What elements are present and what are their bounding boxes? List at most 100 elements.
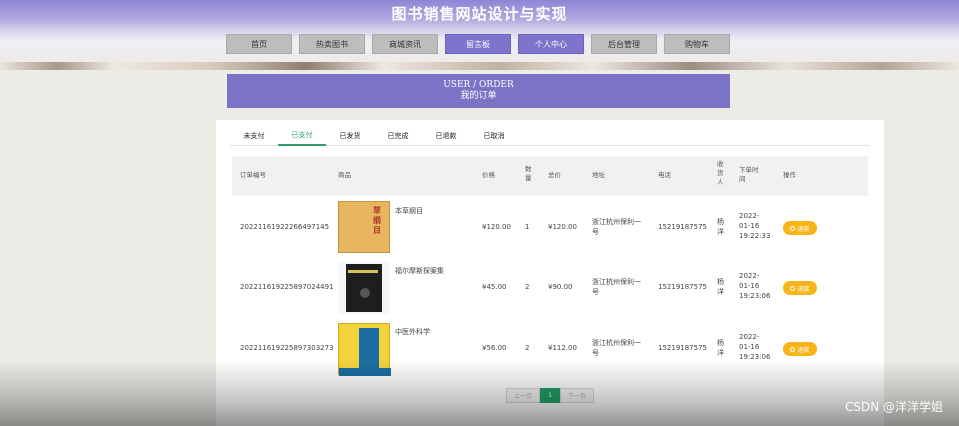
- product-name[interactable]: 本草纲目: [395, 206, 423, 216]
- refund-label: 退款: [797, 346, 810, 354]
- order-date-2: 01-16: [739, 343, 760, 351]
- csdn-watermark: CSDN @洋洋学姐: [844, 400, 943, 414]
- nav-news[interactable]: 商城资讯: [372, 34, 438, 54]
- address-line-1: 浙江杭州保利一: [592, 218, 641, 226]
- refund-label: 退款: [797, 285, 810, 293]
- receiver-2: 洋: [717, 349, 724, 357]
- order-date-2: 01-16: [739, 282, 760, 290]
- nav-personal-center[interactable]: 个人中心: [518, 34, 584, 54]
- address-line-1: 浙江杭州保利一: [592, 278, 641, 286]
- order-clock: 19:23:06: [739, 353, 771, 361]
- receiver-1: 杨: [717, 339, 724, 347]
- receiver-1: 杨: [717, 218, 724, 226]
- nav-hot-books[interactable]: 热卖图书: [299, 34, 365, 54]
- price: ¥120.00: [482, 223, 511, 231]
- tab-cancelled[interactable]: 已取消: [470, 126, 518, 146]
- order-no: 20221161922589702449​1: [240, 283, 334, 291]
- product-name[interactable]: 福尔摩斯探案集: [395, 266, 444, 276]
- col-receiver-3: 人: [717, 178, 724, 186]
- receiver: 杨 洋: [717, 338, 724, 358]
- order-heading: USER / ORDER 我的订单: [227, 74, 730, 108]
- refund-button[interactable]: 退款: [783, 221, 817, 235]
- col-receiver-2: 货: [717, 169, 724, 177]
- receiver-2: 洋: [717, 288, 724, 296]
- order-no: 20221161922589730327​3: [240, 344, 334, 352]
- order-date: 2022-: [739, 333, 760, 341]
- address: 浙江杭州保利一 号: [592, 338, 641, 358]
- col-action: 操作: [783, 171, 796, 179]
- nav-message-board[interactable]: 留言板: [445, 34, 511, 54]
- order-time: 2022- 01-16 19:22:33: [739, 211, 770, 241]
- order-clock: 19:22:33: [739, 232, 771, 240]
- refund-icon: [790, 285, 796, 291]
- address: 浙江杭州保利一 号: [592, 277, 641, 297]
- table-row: 20221161922266497145 草纲目 本草纲目 ¥120.00 1 …: [232, 198, 868, 259]
- cover-title: 草纲目: [373, 206, 381, 235]
- tab-completed[interactable]: 已完成: [374, 126, 422, 146]
- order-date-2: 01-16: [739, 222, 760, 230]
- site-header: 图书销售网站设计与实现 首页 热卖图书 商城资讯 留言板 个人中心 后台管理 购…: [0, 0, 959, 70]
- col-qty-2: 量: [525, 174, 532, 182]
- banner-strip: [0, 62, 959, 70]
- order-clock: 19:23:06: [739, 292, 771, 300]
- table-row: 20221161922589730327​3 中医外科学 ¥56.00 2 ¥1…: [232, 320, 868, 381]
- address-line-2: 号: [592, 288, 599, 296]
- order-date: 2022-: [739, 272, 760, 280]
- main-nav: 首页 热卖图书 商城资讯 留言板 个人中心 后台管理 购物车: [0, 34, 959, 54]
- total: ¥90.00: [548, 283, 573, 291]
- col-time-2: 间: [739, 175, 746, 183]
- refund-label: 退款: [797, 225, 810, 233]
- next-page-button[interactable]: 下一页: [560, 388, 594, 403]
- page-1-button[interactable]: 1: [540, 388, 560, 403]
- phone: 15219187575: [658, 223, 707, 231]
- col-qty: 数 量: [525, 165, 532, 183]
- orders-panel: 未支付 已支付 已发货 已完成 已退款 已取消 订单编号 商品 价格 数 量 总…: [216, 120, 884, 426]
- book-cover: [338, 262, 390, 314]
- col-product: 商品: [338, 171, 351, 179]
- nav-home[interactable]: 首页: [226, 34, 292, 54]
- tab-paid[interactable]: 已支付: [278, 126, 326, 146]
- order-no: 20221161922266497145: [240, 223, 330, 231]
- nav-admin[interactable]: 后台管理: [591, 34, 657, 54]
- refund-icon: [790, 225, 796, 231]
- heading-cn: 我的订单: [460, 91, 497, 101]
- order-tabs: 未支付 已支付 已发货 已完成 已退款 已取消: [230, 126, 870, 146]
- address: 浙江杭州保利一 号: [592, 217, 641, 237]
- receiver: 杨 洋: [717, 277, 724, 297]
- book-cover: 草纲目: [338, 201, 390, 253]
- receiver-2: 洋: [717, 228, 724, 236]
- book-cover: [338, 323, 391, 376]
- price: ¥56.00: [482, 344, 507, 352]
- refund-button[interactable]: 退款: [783, 342, 817, 356]
- total: ¥120.00: [548, 223, 577, 231]
- price: ¥45.00: [482, 283, 507, 291]
- col-time-1: 下单时: [739, 166, 759, 174]
- tab-shipped[interactable]: 已发货: [326, 126, 374, 146]
- phone: 15219187575: [658, 344, 707, 352]
- address-line-2: 号: [592, 228, 599, 236]
- nav-cart[interactable]: 购物车: [664, 34, 730, 54]
- col-price: 价格: [482, 171, 495, 179]
- refund-icon: [790, 346, 796, 352]
- site-title: 图书销售网站设计与实现: [391, 5, 568, 23]
- col-order-time: 下单时 间: [739, 166, 759, 184]
- table-header: 订单编号 商品 价格 数 量 总价 地址 电话 收 货 人 下单时 间 操作: [232, 156, 868, 196]
- tab-refunded[interactable]: 已退款: [422, 126, 470, 146]
- order-time: 2022- 01-16 19:23:06: [739, 271, 770, 301]
- quantity: 2: [525, 344, 530, 352]
- col-order-no: 订单编号: [240, 171, 266, 179]
- address-line-1: 浙江杭州保利一: [592, 339, 641, 347]
- col-receiver: 收 货 人: [717, 160, 724, 187]
- product-name[interactable]: 中医外科学: [395, 327, 430, 337]
- col-phone: 电话: [658, 171, 671, 179]
- col-address: 地址: [592, 171, 605, 179]
- prev-page-button[interactable]: 上一页: [506, 388, 540, 403]
- phone: 15219187575: [658, 283, 707, 291]
- tab-unpaid[interactable]: 未支付: [230, 126, 278, 146]
- heading-en: USER / ORDER: [443, 80, 514, 90]
- col-receiver-1: 收: [717, 160, 724, 168]
- table-row: 20221161922589702449​1 福尔摩斯探案集 ¥45.00 2 …: [232, 259, 868, 320]
- quantity: 2: [525, 283, 530, 291]
- total: ¥112.00: [548, 344, 577, 352]
- refund-button[interactable]: 退款: [783, 281, 817, 295]
